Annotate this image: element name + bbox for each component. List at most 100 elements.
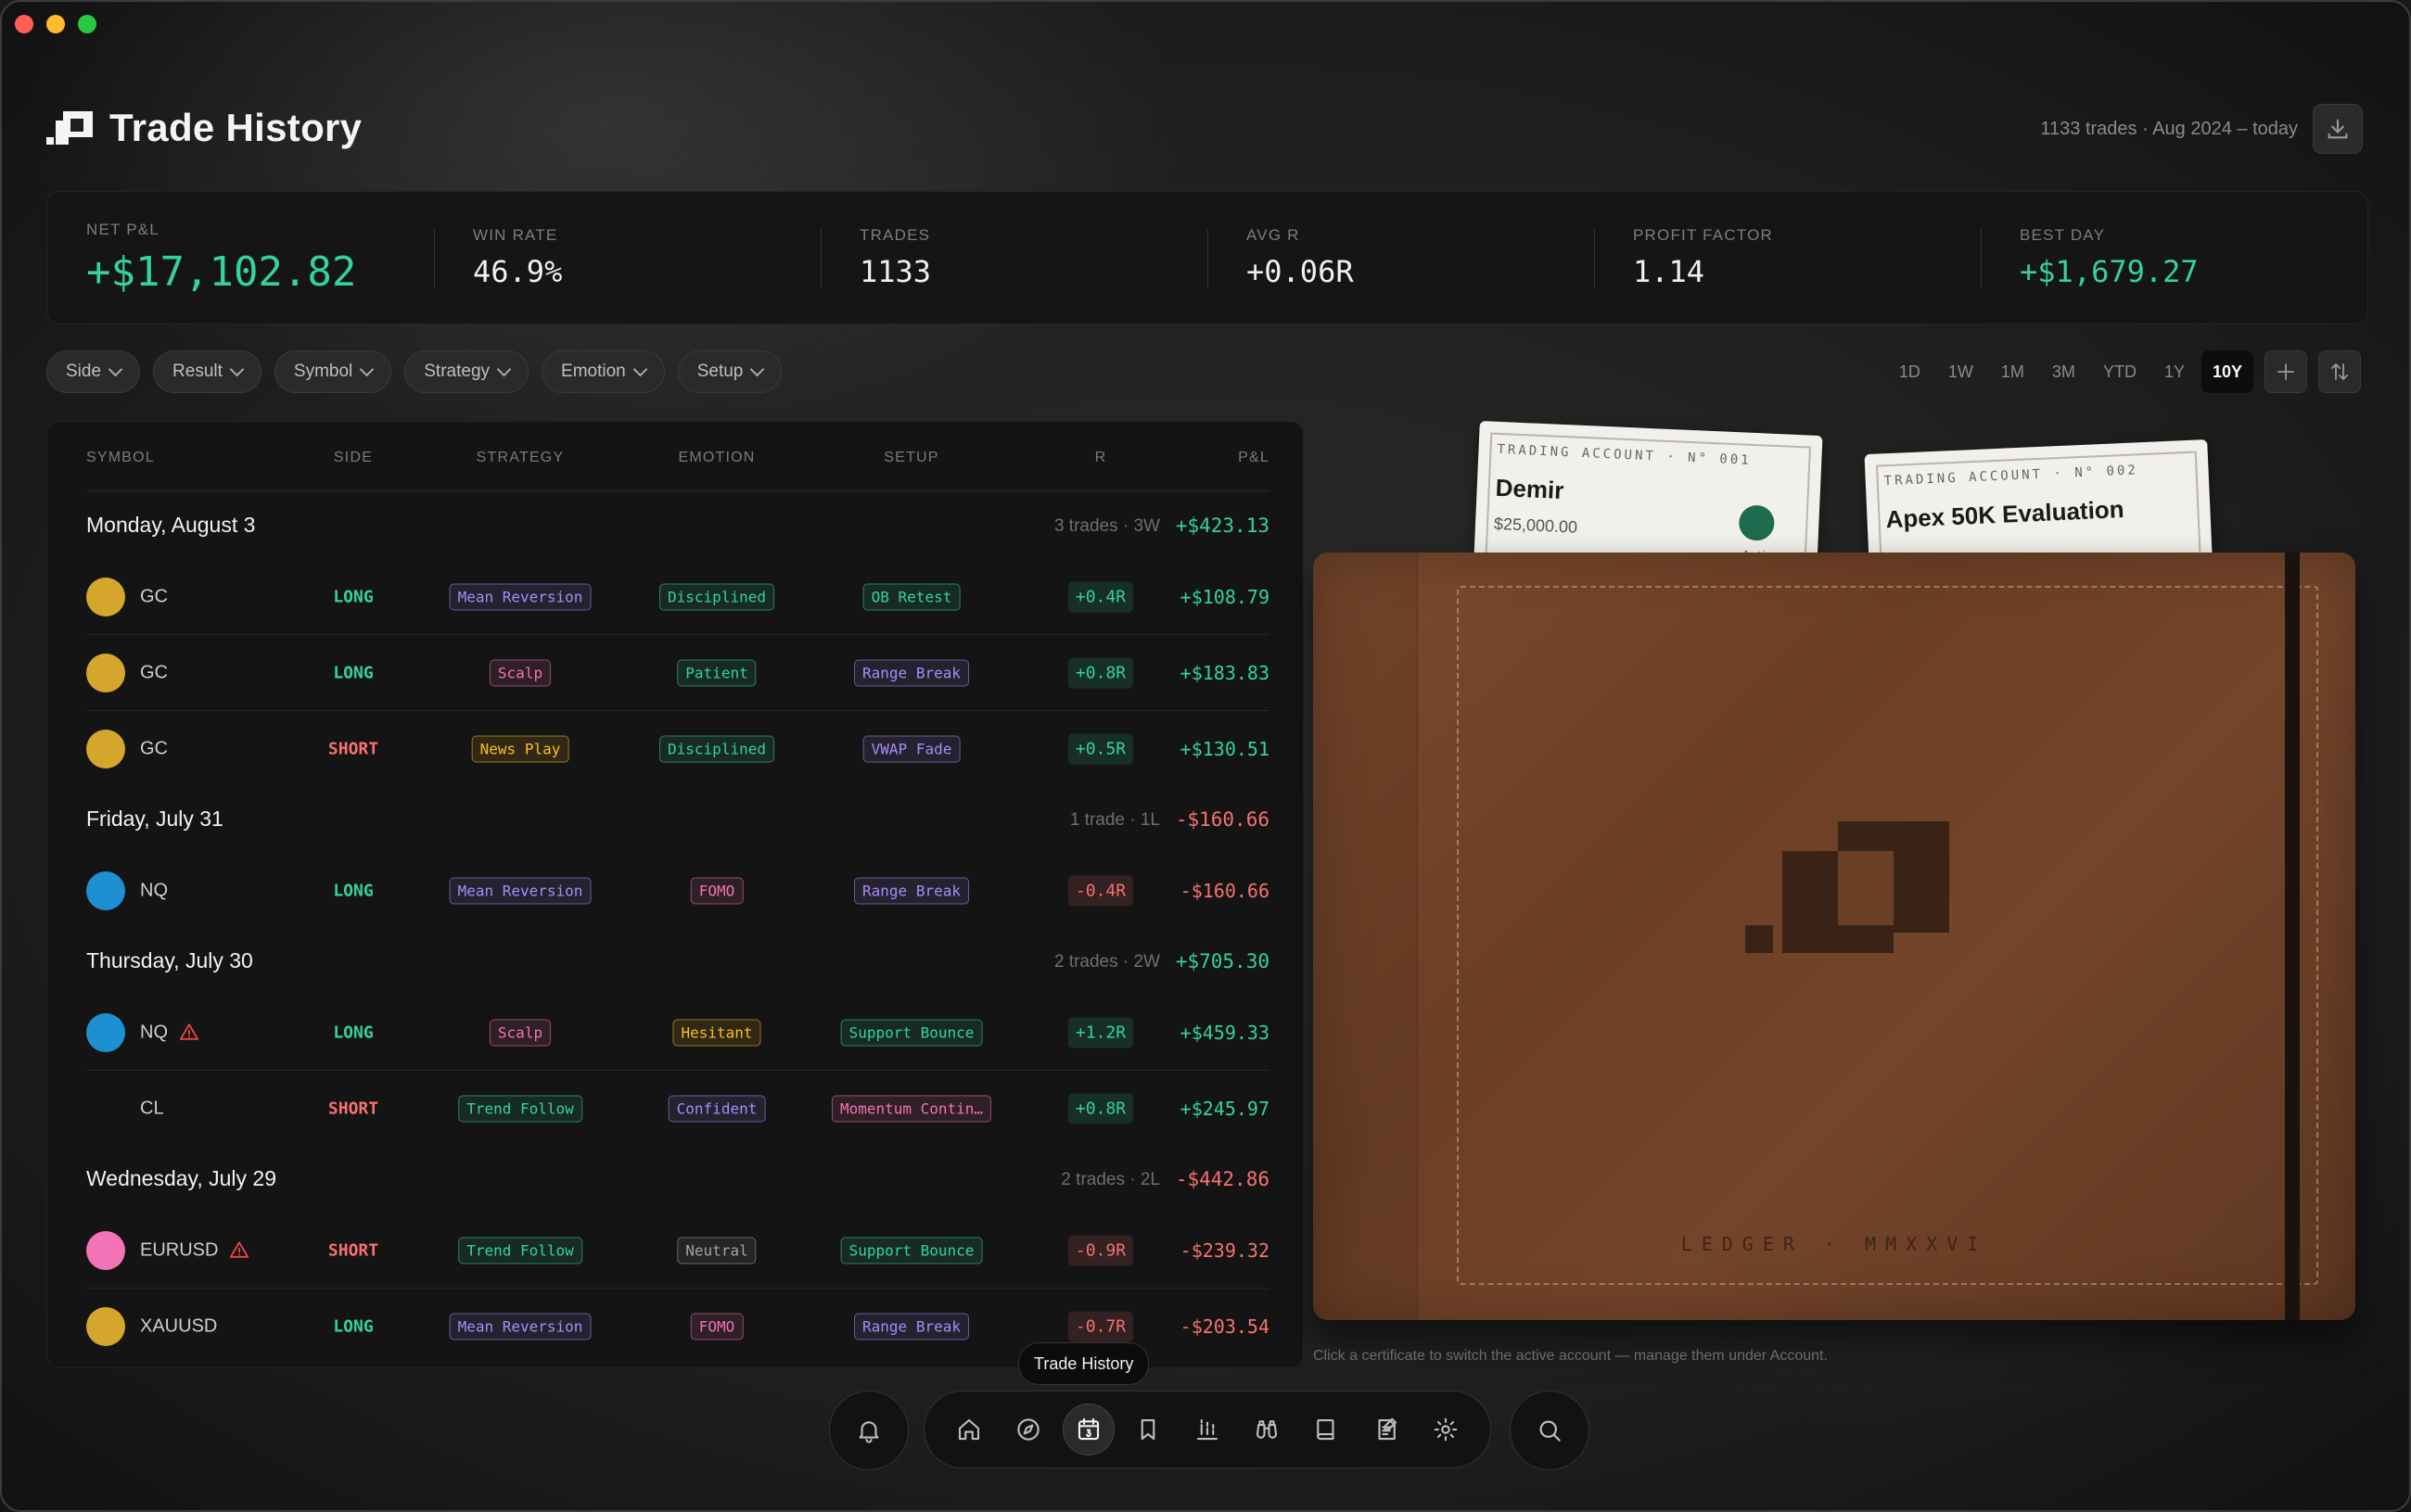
range-1d[interactable]: 1D <box>1888 350 1932 393</box>
table-row[interactable]: NQ LONG Mean Reversion FOMO Range Break -0.4R… <box>86 853 1269 928</box>
dock-calendar-button[interactable] <box>1062 1404 1115 1455</box>
pnl-cell: +$130.51 <box>1180 737 1269 760</box>
r-multiple: -0.9R <box>1067 1235 1134 1265</box>
col-r[interactable]: R <box>1095 450 1107 466</box>
day-group-header: Wednesday, July 29 2 trades · 2L -$442.86 <box>86 1146 1269 1213</box>
compass-icon <box>1017 1418 1040 1441</box>
dock-chart-button[interactable] <box>1181 1404 1233 1455</box>
col-pnl[interactable]: P&L <box>1238 450 1269 466</box>
range-3m[interactable]: 3M <box>2041 350 2086 393</box>
warning-icon <box>179 1023 199 1043</box>
dock-bookmark-button[interactable] <box>1122 1404 1174 1455</box>
download-button[interactable] <box>2313 104 2363 154</box>
symbol-text: CL <box>140 1098 164 1118</box>
dock-binoculars-button[interactable] <box>1241 1404 1293 1455</box>
r-multiple: +0.8R <box>1067 1093 1134 1124</box>
emotion-tag: Patient <box>677 659 757 686</box>
filter-label: Side <box>66 362 102 381</box>
strategy-tag: Mean Reversion <box>449 877 592 904</box>
stat-label: WIN RATE <box>473 226 558 244</box>
r-multiple: +0.8R <box>1067 657 1134 688</box>
symbol-text: XAUUSD <box>140 1315 218 1336</box>
pnl-cell: +$108.79 <box>1180 585 1269 608</box>
range-1w[interactable]: 1W <box>1937 350 1984 393</box>
dock-home-button[interactable] <box>943 1404 995 1455</box>
dock-gear-button[interactable] <box>1420 1404 1472 1455</box>
window-controls <box>15 15 96 33</box>
trade-list: Monday, August 3 3 trades · 3W +$423.13 GC L… <box>86 492 1269 1367</box>
account-wallet: TRADING ACCOUNT · N° 001 Demir $25,000.0… <box>1313 421 2370 1366</box>
app-logo-icon <box>46 109 93 146</box>
minimize-window-button[interactable] <box>46 15 65 33</box>
sort-button[interactable] <box>2318 350 2361 393</box>
filter-symbol[interactable]: Symbol <box>274 350 392 393</box>
symbol-avatar <box>86 870 125 910</box>
plus-icon <box>2277 363 2294 380</box>
filter-setup[interactable]: Setup <box>677 350 783 393</box>
symbol-cell: XAUUSD <box>140 1315 217 1337</box>
range-10y[interactable]: 10Y <box>2201 350 2253 393</box>
pnl-cell: -$239.32 <box>1180 1239 1269 1262</box>
symbol-avatar <box>86 1230 125 1270</box>
stat-win-rate: WIN RATE 46.9% <box>434 192 821 324</box>
stat-value: 1.14 <box>1633 254 1705 289</box>
strategy-tag: Trend Follow <box>458 1237 582 1264</box>
filter-side[interactable]: Side <box>46 350 141 393</box>
side-cell: LONG <box>333 587 374 606</box>
emotion-tag: Hesitant <box>672 1019 761 1046</box>
symbol-cell: GC <box>140 738 168 759</box>
filter-result[interactable]: Result <box>153 350 262 393</box>
col-symbol[interactable]: SYMBOL <box>86 450 155 466</box>
home-icon <box>959 1418 980 1441</box>
table-row[interactable]: CL SHORT Trend Follow Confident Momentum Con… <box>86 1071 1269 1146</box>
page-title: Trade History <box>109 106 363 149</box>
chevron-down-icon <box>229 362 245 377</box>
search-button[interactable] <box>1510 1391 1589 1470</box>
page-header: Trade History <box>46 106 362 150</box>
col-strategy[interactable]: STRATEGY <box>477 450 565 466</box>
day-pnl: +$705.30 <box>1175 950 1269 972</box>
dock-compass-button[interactable] <box>1002 1404 1054 1455</box>
filter-emotion[interactable]: Emotion <box>542 350 665 393</box>
notifications-button[interactable] <box>829 1391 909 1470</box>
range-ytd[interactable]: YTD <box>2092 350 2148 393</box>
side-cell: LONG <box>333 1023 374 1042</box>
r-multiple: +0.4R <box>1067 581 1134 612</box>
close-window-button[interactable] <box>15 15 33 33</box>
maximize-window-button[interactable] <box>78 15 96 33</box>
range-1y[interactable]: 1Y <box>2153 350 2196 393</box>
day-group-header: Friday, July 31 1 trade · 1L -$160.66 <box>86 786 1269 853</box>
table-row[interactable]: GC LONG Scalp Patient Range Break +0.8R +$183.… <box>86 635 1269 711</box>
emotion-tag: Disciplined <box>659 583 774 610</box>
side-cell: LONG <box>333 663 374 682</box>
filter-label: Result <box>172 362 223 381</box>
table-row[interactable]: EURUSD SHORT Trend Follow Neutral Support Bo… <box>86 1213 1269 1289</box>
table-row[interactable]: NQ LONG Scalp Hesitant Support Bounce +1.2R +$… <box>86 995 1269 1071</box>
sort-icon <box>2331 363 2348 380</box>
col-setup[interactable]: SETUP <box>884 450 938 466</box>
dock-journal-button[interactable] <box>1360 1404 1412 1455</box>
setup-tag: Support Bounce <box>840 1237 983 1264</box>
dock-book-button[interactable] <box>1300 1404 1352 1455</box>
stats-bar: NET P&L +$17,102.82 WIN RATE 46.9% TRADES 113… <box>46 191 2368 324</box>
chevron-down-icon <box>632 362 647 377</box>
table-row[interactable]: GC LONG Mean Reversion Disciplined OB Retest… <box>86 559 1269 635</box>
col-emotion[interactable]: EMOTION <box>678 450 755 466</box>
table-row[interactable]: GC SHORT News Play Disciplined VWAP Fade +0.5… <box>86 711 1269 786</box>
range-1m[interactable]: 1M <box>1990 350 2035 393</box>
stat-label: BEST DAY <box>2020 226 2106 244</box>
add-trade-button[interactable] <box>2264 350 2307 393</box>
setup-tag: OB Retest <box>862 583 961 610</box>
journal-icon <box>1378 1417 1397 1441</box>
app-window: Trade History 1133 trades · Aug 2024 – t… <box>0 0 2411 1512</box>
wallet-cover: LEDGER · MMXXVI <box>1313 553 2355 1320</box>
day-pnl: -$160.66 <box>1175 808 1269 831</box>
symbol-text: NQ <box>140 880 168 900</box>
stat-label: AVG R <box>1246 226 1300 244</box>
bookmark-icon <box>1141 1418 1155 1441</box>
col-side[interactable]: SIDE <box>334 450 373 466</box>
dock-tooltip: Trade History <box>1018 1342 1150 1385</box>
filter-strategy[interactable]: Strategy <box>404 350 529 393</box>
day-summary: 2 trades · 2L <box>1061 1170 1160 1189</box>
side-cell: SHORT <box>327 1099 379 1118</box>
